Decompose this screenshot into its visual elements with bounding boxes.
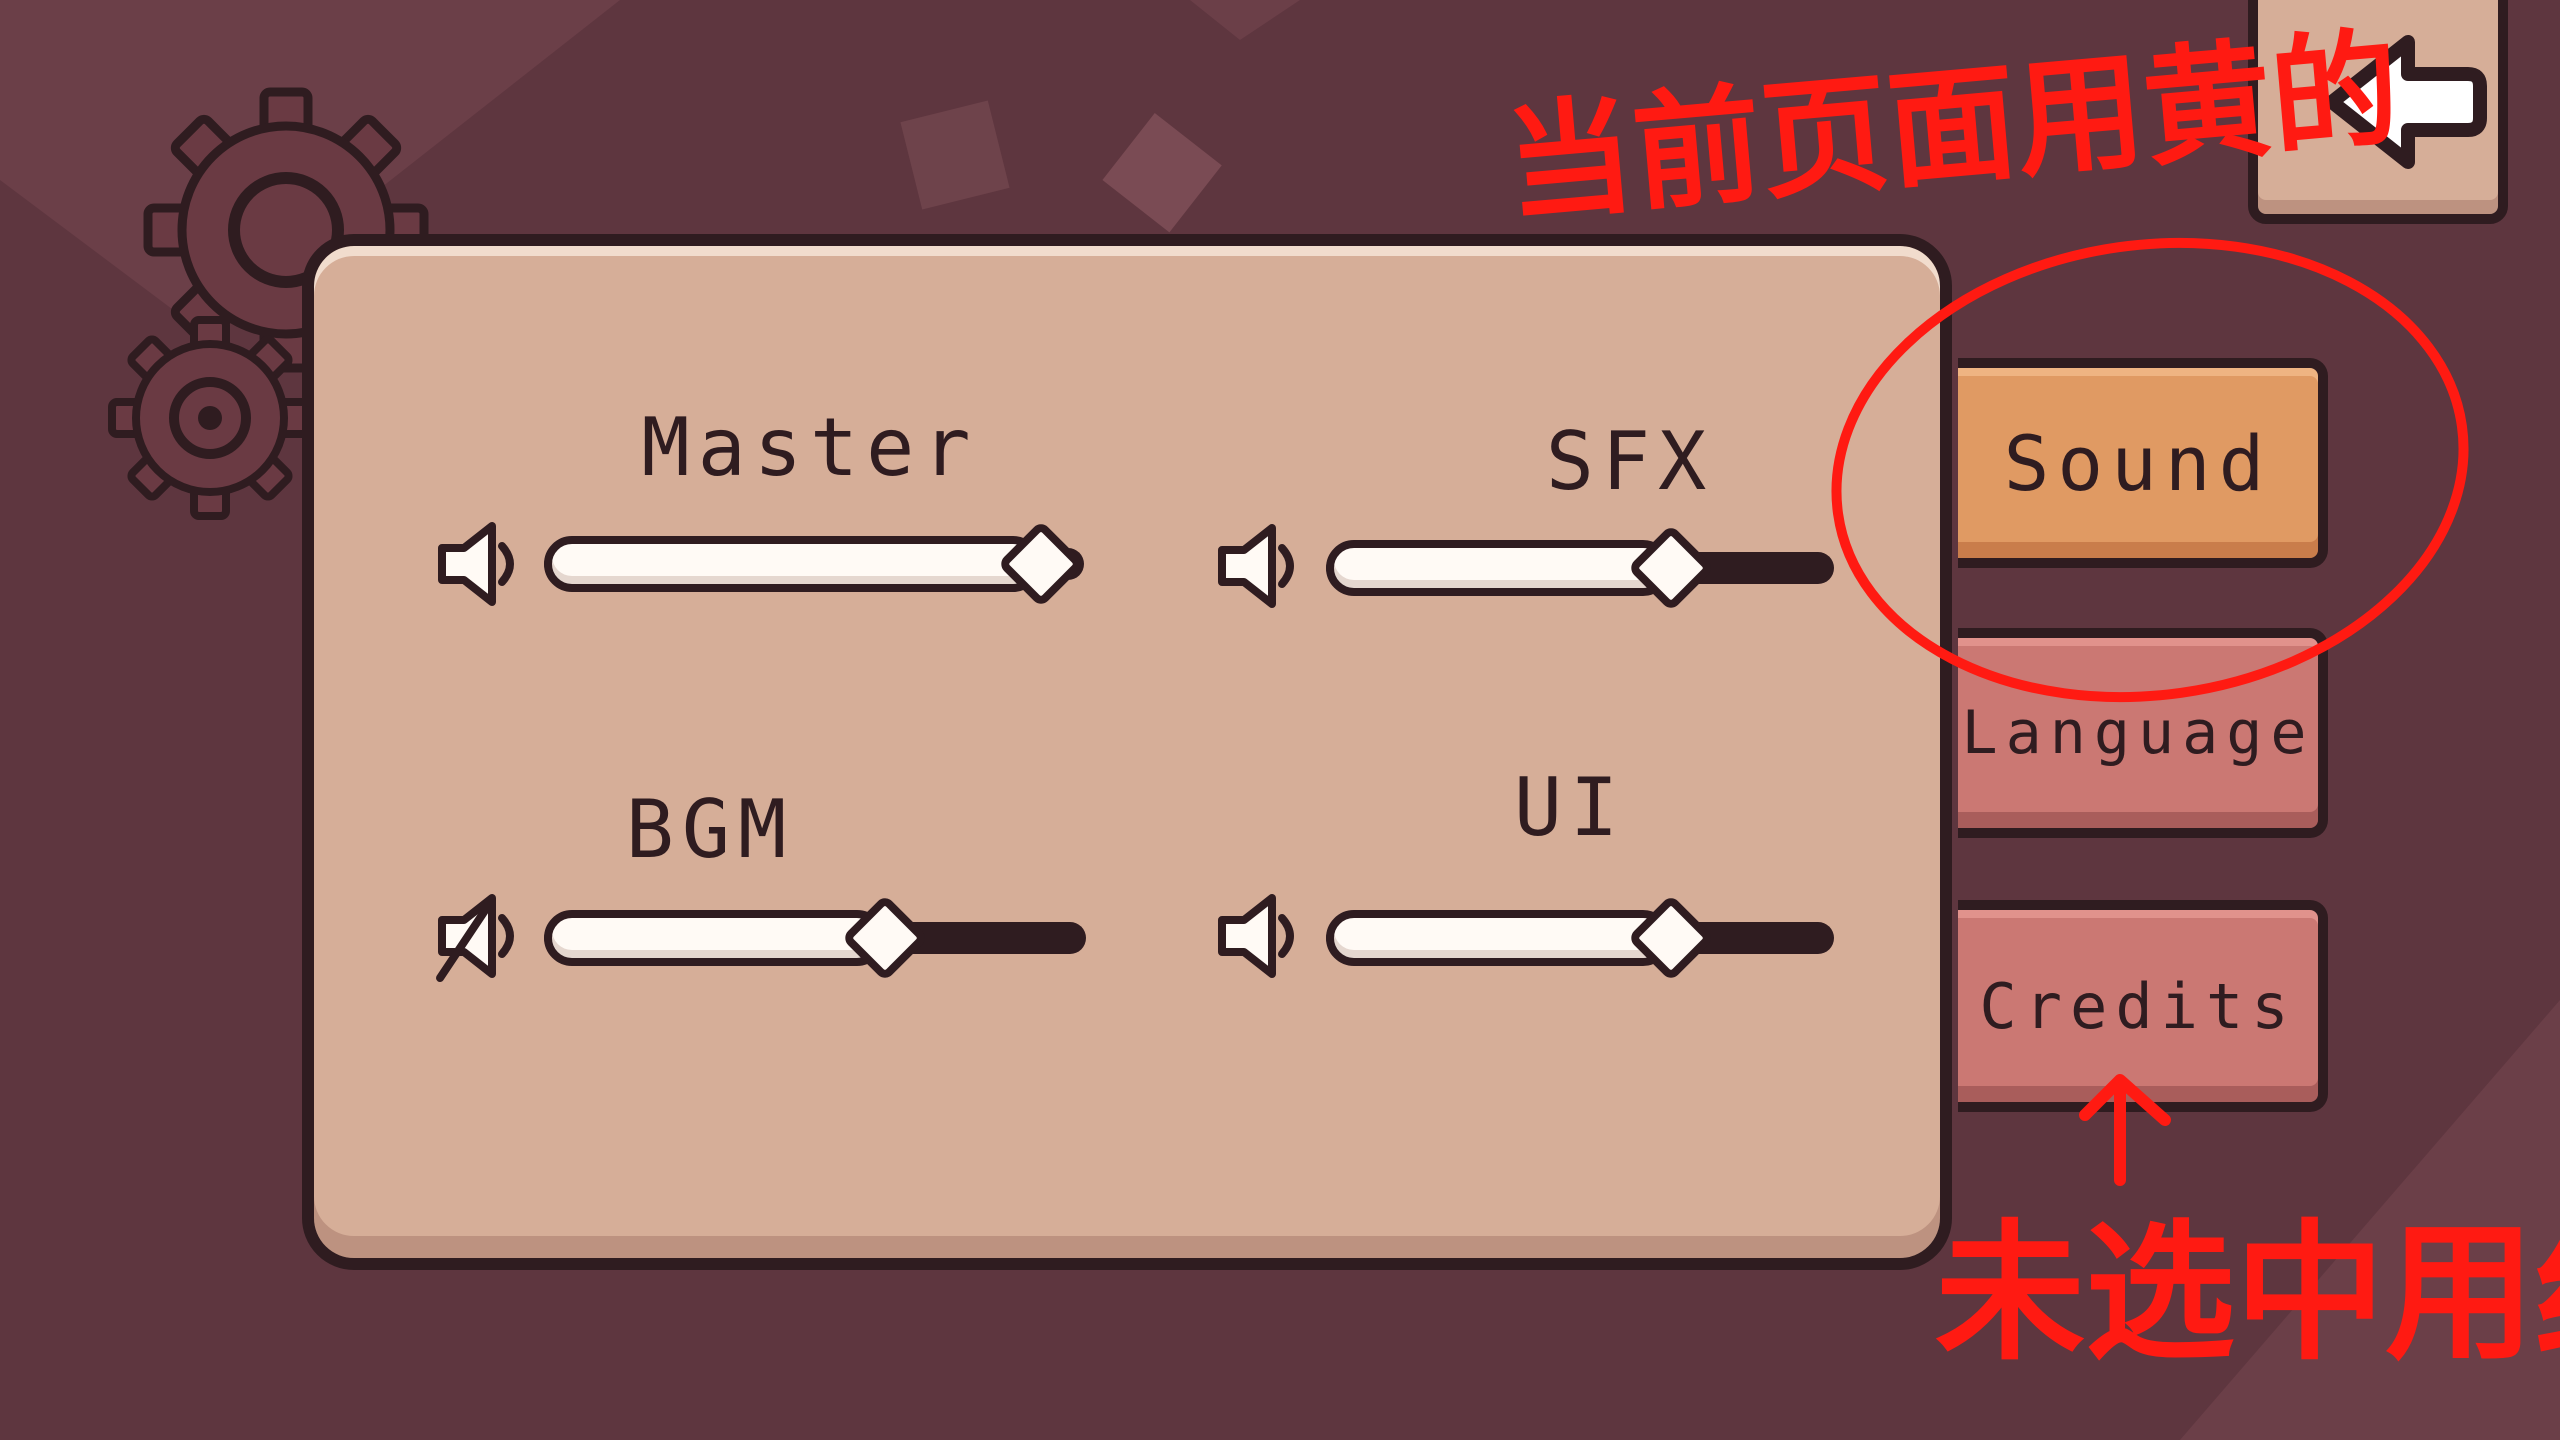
unselected-tab-note: 未选中用红	[1935, 1207, 2560, 1381]
highlight-circle	[1831, 237, 2469, 703]
settings-screen: Master SFX BGM UI Sound Language Credits…	[0, 0, 2560, 1440]
selected-tab-note: 当前页面用黄的	[1500, 14, 2406, 241]
annotation-overlay: 当前页面用黄的 未选中用红	[1500, 14, 2560, 1381]
pointer-arrow-icon	[2079, 1074, 2171, 1186]
